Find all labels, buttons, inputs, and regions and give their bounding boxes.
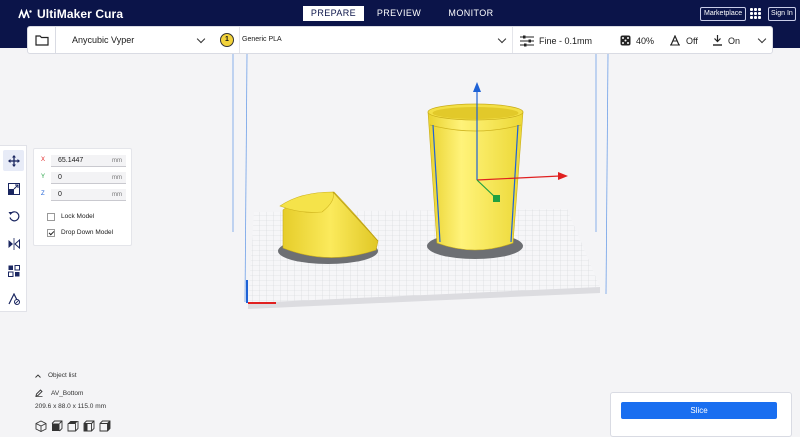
chevron-down-icon (497, 34, 507, 44)
slice-panel: Slice (610, 392, 792, 437)
move-tool-button[interactable] (3, 150, 24, 171)
marketplace-button[interactable]: Marketplace (700, 7, 747, 21)
profile-setting: Fine - 0.1mm (520, 35, 592, 47)
model-cup[interactable] (427, 103, 524, 259)
rotate-tool-button[interactable] (3, 205, 24, 226)
tab-monitor[interactable]: MONITOR (434, 6, 508, 21)
slice-button[interactable]: Slice (621, 402, 777, 419)
view-front-button[interactable] (51, 419, 63, 432)
chevron-down-icon (196, 34, 206, 44)
z-position-input[interactable]: 0 mm (51, 189, 126, 201)
object-list-label: Object list (48, 372, 77, 379)
x-position-input[interactable]: 65.1447 mm (51, 155, 126, 167)
view-3d-button[interactable] (35, 419, 47, 433)
object-dimensions: 209.6 x 88.0 x 115.0 mm (35, 403, 107, 410)
y-axis-label: Y (41, 174, 46, 180)
y-value: 0 (58, 174, 62, 181)
chevron-up-icon (35, 373, 41, 378)
view-top-button[interactable] (67, 419, 79, 432)
infill-icon (620, 35, 631, 46)
rotate-icon (8, 210, 19, 221)
view-right-button[interactable] (99, 419, 111, 432)
material-name: Generic PLA (242, 36, 282, 43)
move-icon (7, 154, 20, 167)
print-settings-selector[interactable]: Fine - 0.1mm 40% Off On (514, 27, 772, 53)
apps-grid-icon[interactable] (750, 8, 761, 19)
lock-model-row: Lock Model (47, 211, 94, 222)
scale-tool-button[interactable] (3, 178, 24, 199)
cube-top-icon (67, 421, 79, 432)
folder-icon (34, 35, 49, 46)
z-coordinate-row: Z 0 mm (41, 189, 127, 201)
pencil-icon (35, 389, 43, 397)
y-unit: mm (112, 175, 122, 181)
move-tool-panel: X 65.1447 mm Y 0 mm Z 0 mm Lock Model Dr… (33, 148, 132, 246)
extruder-badge: 1 (220, 33, 234, 47)
mirror-tool-button[interactable] (3, 233, 24, 254)
adhesion-icon (713, 35, 722, 46)
sign-in-button[interactable]: Sign In (768, 7, 796, 21)
object-name-row[interactable]: AV_Bottom (35, 389, 83, 397)
app-title: UltiMaker Cura (37, 7, 124, 21)
open-file-button[interactable] (28, 27, 56, 53)
printer-name: Anycubic Vyper (72, 35, 135, 45)
cube-right-icon (99, 420, 111, 432)
object-name: AV_Bottom (51, 389, 84, 397)
support-label: Off (686, 35, 698, 46)
adhesion-setting: On (712, 35, 740, 46)
profile-label: Fine - 0.1mm (539, 36, 593, 46)
per-model-settings-button[interactable] (3, 260, 24, 281)
infill-setting: 40% (620, 35, 654, 46)
tool-sidebar (0, 145, 27, 312)
object-list-toggle[interactable]: Object list (35, 372, 77, 379)
per-model-settings-icon (7, 264, 20, 277)
support-icon (670, 35, 680, 46)
camera-view-buttons (35, 419, 111, 433)
z-unit: mm (112, 192, 122, 198)
infill-label: 40% (636, 35, 655, 46)
tab-prepare[interactable]: PREPARE (303, 6, 364, 21)
stage-tabs: PREPARE PREVIEW MONITOR (303, 6, 508, 21)
drop-down-model-checkbox[interactable] (47, 228, 55, 237)
support-blocker-button[interactable] (3, 288, 24, 309)
drop-down-model-row: Drop Down Model (47, 227, 113, 238)
z-value: 0 (58, 191, 62, 198)
x-unit: mm (112, 158, 122, 164)
y-position-input[interactable]: 0 mm (51, 172, 126, 184)
z-axis-label: Z (41, 191, 45, 197)
lock-model-checkbox[interactable] (47, 212, 55, 221)
view-left-button[interactable] (83, 419, 95, 432)
support-setting: Off (669, 35, 698, 46)
model-av-bottom[interactable] (278, 191, 379, 264)
ultimaker-logo-icon (18, 9, 32, 19)
mirror-icon (8, 237, 20, 250)
app-logo: UltiMaker Cura (18, 7, 123, 21)
drop-down-model-label: Drop Down Model (61, 229, 114, 236)
material-selector[interactable]: 1 Generic PLA (213, 27, 513, 53)
cube-front-icon (51, 420, 63, 432)
tab-preview[interactable]: PREVIEW (364, 6, 434, 21)
scale-icon (7, 182, 20, 195)
x-value: 65.1447 (58, 157, 84, 164)
cube-left-icon (83, 420, 95, 432)
x-axis-label: X (41, 157, 46, 163)
y-coordinate-row: Y 0 mm (41, 172, 127, 184)
sliders-icon (520, 35, 534, 47)
cube-3d-icon (35, 420, 47, 433)
x-coordinate-row: X 65.1447 mm (41, 155, 127, 167)
adhesion-label: On (728, 35, 741, 46)
support-blocker-icon (7, 292, 20, 305)
chevron-down-icon (757, 34, 767, 44)
lock-model-label: Lock Model (61, 213, 95, 220)
stage-toolbar: Anycubic Vyper 1 Generic PLA Fine - 0.1m… (27, 26, 773, 54)
